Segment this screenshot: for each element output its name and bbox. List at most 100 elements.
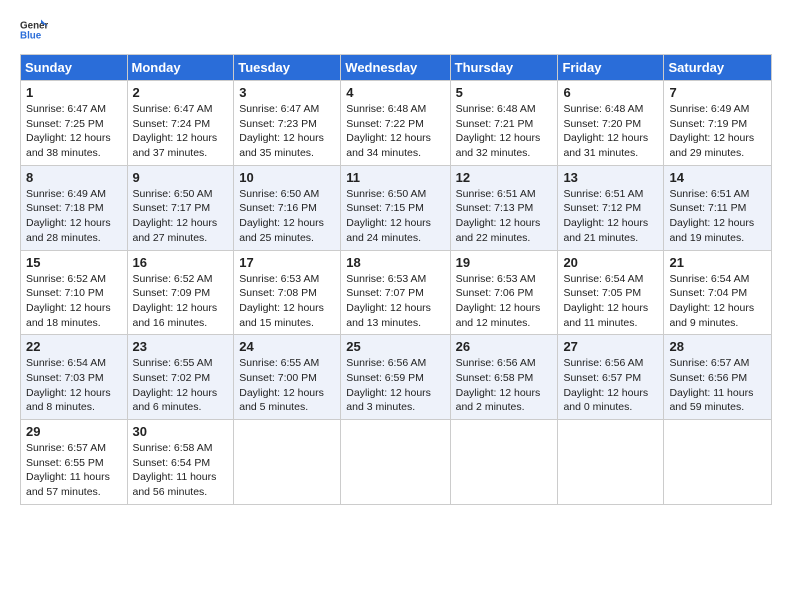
calendar-cell [558,420,664,505]
day-info: Sunrise: 6:47 AM Sunset: 7:24 PM Dayligh… [133,102,229,161]
day-number: 19 [456,255,553,270]
day-number: 6 [563,85,658,100]
calendar-cell: 12 Sunrise: 6:51 AM Sunset: 7:13 PM Dayli… [450,165,558,250]
day-info: Sunrise: 6:53 AM Sunset: 7:07 PM Dayligh… [346,272,444,331]
calendar-cell: 17 Sunrise: 6:53 AM Sunset: 7:08 PM Dayli… [234,250,341,335]
calendar-col-header: Saturday [664,55,772,81]
day-info: Sunrise: 6:57 AM Sunset: 6:56 PM Dayligh… [669,356,766,415]
calendar-week-row: 1 Sunrise: 6:47 AM Sunset: 7:25 PM Daylig… [21,81,772,166]
calendar-cell: 19 Sunrise: 6:53 AM Sunset: 7:06 PM Dayli… [450,250,558,335]
calendar-col-header: Wednesday [341,55,450,81]
day-number: 2 [133,85,229,100]
calendar-cell: 23Sunrise: 6:55 AM Sunset: 7:02 PM Dayli… [127,335,234,420]
day-number: 26 [456,339,553,354]
day-info: Sunrise: 6:48 AM Sunset: 7:21 PM Dayligh… [456,102,553,161]
day-number: 7 [669,85,766,100]
day-info: Sunrise: 6:53 AM Sunset: 7:08 PM Dayligh… [239,272,335,331]
calendar-cell: 6 Sunrise: 6:48 AM Sunset: 7:20 PM Daylig… [558,81,664,166]
calendar-cell [664,420,772,505]
calendar-col-header: Sunday [21,55,128,81]
day-number: 18 [346,255,444,270]
day-info: Sunrise: 6:54 AM Sunset: 7:05 PM Dayligh… [563,272,658,331]
calendar-cell: 25Sunrise: 6:56 AM Sunset: 6:59 PM Dayli… [341,335,450,420]
calendar-cell: 29 Sunrise: 6:57 AM Sunset: 6:55 PM Dayli… [21,420,128,505]
day-info: Sunrise: 6:50 AM Sunset: 7:16 PM Dayligh… [239,187,335,246]
day-number: 16 [133,255,229,270]
calendar-cell: 3 Sunrise: 6:47 AM Sunset: 7:23 PM Daylig… [234,81,341,166]
calendar-cell: 2 Sunrise: 6:47 AM Sunset: 7:24 PM Daylig… [127,81,234,166]
calendar-cell: 8 Sunrise: 6:49 AM Sunset: 7:18 PM Daylig… [21,165,128,250]
day-number: 29 [26,424,122,439]
day-info: Sunrise: 6:50 AM Sunset: 7:17 PM Dayligh… [133,187,229,246]
calendar-cell: 5 Sunrise: 6:48 AM Sunset: 7:21 PM Daylig… [450,81,558,166]
logo: General Blue [20,16,52,44]
calendar-cell: 24Sunrise: 6:55 AM Sunset: 7:00 PM Dayli… [234,335,341,420]
day-info: Sunrise: 6:56 AM Sunset: 6:57 PM Dayligh… [563,356,658,415]
day-info: Sunrise: 6:55 AM Sunset: 7:00 PM Dayligh… [239,356,335,415]
day-info: Sunrise: 6:48 AM Sunset: 7:20 PM Dayligh… [563,102,658,161]
calendar-cell: 27 Sunrise: 6:56 AM Sunset: 6:57 PM Dayli… [558,335,664,420]
day-number: 5 [456,85,553,100]
calendar-cell: 28 Sunrise: 6:57 AM Sunset: 6:56 PM Dayli… [664,335,772,420]
day-info: Sunrise: 6:47 AM Sunset: 7:25 PM Dayligh… [26,102,122,161]
day-info: Sunrise: 6:55 AM Sunset: 7:02 PM Dayligh… [133,356,229,415]
calendar-cell: 11 Sunrise: 6:50 AM Sunset: 7:15 PM Dayli… [341,165,450,250]
day-info: Sunrise: 6:49 AM Sunset: 7:18 PM Dayligh… [26,187,122,246]
calendar-cell: 9 Sunrise: 6:50 AM Sunset: 7:17 PM Daylig… [127,165,234,250]
day-number: 8 [26,170,122,185]
day-info: Sunrise: 6:58 AM Sunset: 6:54 PM Dayligh… [133,441,229,500]
day-number: 10 [239,170,335,185]
calendar-cell [234,420,341,505]
calendar-cell [341,420,450,505]
calendar-cell [450,420,558,505]
svg-text:Blue: Blue [20,30,42,41]
calendar-week-row: 15Sunrise: 6:52 AM Sunset: 7:10 PM Dayli… [21,250,772,335]
day-info: Sunrise: 6:52 AM Sunset: 7:10 PM Dayligh… [26,272,122,331]
day-number: 4 [346,85,444,100]
calendar-body: 1 Sunrise: 6:47 AM Sunset: 7:25 PM Daylig… [21,81,772,505]
day-info: Sunrise: 6:50 AM Sunset: 7:15 PM Dayligh… [346,187,444,246]
calendar-cell: 21 Sunrise: 6:54 AM Sunset: 7:04 PM Dayli… [664,250,772,335]
day-number: 30 [133,424,229,439]
day-info: Sunrise: 6:54 AM Sunset: 7:03 PM Dayligh… [26,356,122,415]
day-info: Sunrise: 6:47 AM Sunset: 7:23 PM Dayligh… [239,102,335,161]
calendar-week-row: 8 Sunrise: 6:49 AM Sunset: 7:18 PM Daylig… [21,165,772,250]
day-info: Sunrise: 6:51 AM Sunset: 7:13 PM Dayligh… [456,187,553,246]
page: General Blue SundayMondayTuesdayWednesda… [0,0,792,612]
calendar-cell: 7 Sunrise: 6:49 AM Sunset: 7:19 PM Daylig… [664,81,772,166]
day-number: 9 [133,170,229,185]
day-info: Sunrise: 6:49 AM Sunset: 7:19 PM Dayligh… [669,102,766,161]
calendar-col-header: Tuesday [234,55,341,81]
calendar-col-header: Thursday [450,55,558,81]
calendar-cell: 30 Sunrise: 6:58 AM Sunset: 6:54 PM Dayli… [127,420,234,505]
calendar-cell: 16Sunrise: 6:52 AM Sunset: 7:09 PM Dayli… [127,250,234,335]
day-number: 3 [239,85,335,100]
day-info: Sunrise: 6:54 AM Sunset: 7:04 PM Dayligh… [669,272,766,331]
day-number: 1 [26,85,122,100]
day-info: Sunrise: 6:57 AM Sunset: 6:55 PM Dayligh… [26,441,122,500]
day-number: 28 [669,339,766,354]
day-number: 21 [669,255,766,270]
day-info: Sunrise: 6:53 AM Sunset: 7:06 PM Dayligh… [456,272,553,331]
calendar-header-row: SundayMondayTuesdayWednesdayThursdayFrid… [21,55,772,81]
calendar-cell: 20 Sunrise: 6:54 AM Sunset: 7:05 PM Dayli… [558,250,664,335]
calendar-cell: 26Sunrise: 6:56 AM Sunset: 6:58 PM Dayli… [450,335,558,420]
calendar-cell: 1 Sunrise: 6:47 AM Sunset: 7:25 PM Daylig… [21,81,128,166]
day-number: 11 [346,170,444,185]
day-number: 22 [26,339,122,354]
calendar-col-header: Friday [558,55,664,81]
calendar-cell: 13 Sunrise: 6:51 AM Sunset: 7:12 PM Dayli… [558,165,664,250]
day-number: 27 [563,339,658,354]
day-number: 13 [563,170,658,185]
day-info: Sunrise: 6:51 AM Sunset: 7:11 PM Dayligh… [669,187,766,246]
day-number: 17 [239,255,335,270]
calendar-cell: 14 Sunrise: 6:51 AM Sunset: 7:11 PM Dayli… [664,165,772,250]
calendar-cell: 18 Sunrise: 6:53 AM Sunset: 7:07 PM Dayli… [341,250,450,335]
day-info: Sunrise: 6:51 AM Sunset: 7:12 PM Dayligh… [563,187,658,246]
day-number: 12 [456,170,553,185]
day-number: 20 [563,255,658,270]
calendar-table: SundayMondayTuesdayWednesdayThursdayFrid… [20,54,772,505]
day-info: Sunrise: 6:56 AM Sunset: 6:59 PM Dayligh… [346,356,444,415]
calendar-cell: 15Sunrise: 6:52 AM Sunset: 7:10 PM Dayli… [21,250,128,335]
day-number: 14 [669,170,766,185]
